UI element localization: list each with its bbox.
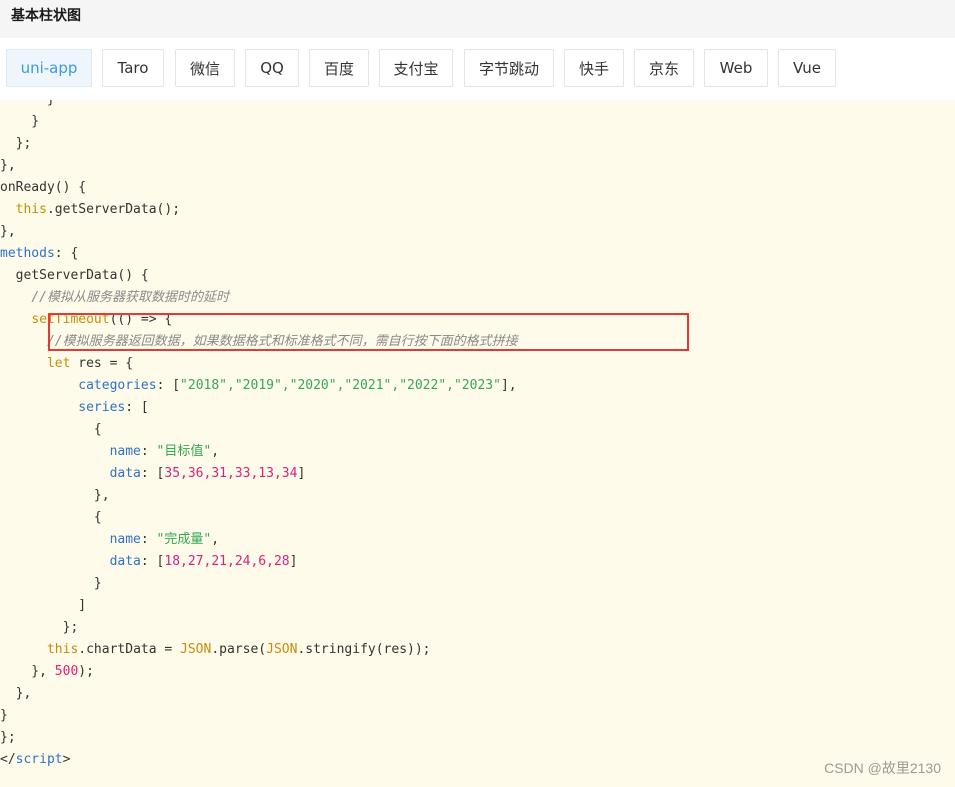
- title-bar: 基本柱状图: [0, 0, 955, 38]
- series-name: 目标值: [164, 444, 204, 459]
- code-comment: //模拟从服务器获取数据时的延时: [31, 290, 229, 305]
- tab-baidu[interactable]: 百度: [309, 49, 369, 87]
- page-title: 基本柱状图: [11, 8, 81, 24]
- tab-vue[interactable]: Vue: [778, 49, 836, 87]
- timeout-delay: 500: [54, 664, 79, 679]
- tab-uni-app[interactable]: uni-app: [6, 49, 92, 87]
- tab-bytedance[interactable]: 字节跳动: [464, 49, 554, 87]
- categories-values: "2018","2019","2020","2021","2022","2023…: [180, 378, 501, 393]
- series-data: 18,27,21,24,6,28: [164, 554, 290, 569]
- tab-taro[interactable]: Taro: [102, 49, 164, 87]
- tab-kuaishou[interactable]: 快手: [564, 49, 624, 87]
- series-data: 35,36,31,33,13,34: [164, 466, 298, 481]
- tab-alipay[interactable]: 支付宝: [379, 49, 453, 87]
- tab-web[interactable]: Web: [704, 49, 768, 87]
- highlight-annotation-box: [48, 313, 689, 351]
- tab-weixin[interactable]: 微信: [175, 49, 235, 87]
- tab-qq[interactable]: QQ: [245, 49, 299, 87]
- tab-jd[interactable]: 京东: [634, 49, 694, 87]
- watermark: CSDN @故里2130: [824, 760, 941, 776]
- code-block: } } };},onReady() { this.getServerData()…: [0, 100, 955, 787]
- platform-tabs: uni-app Taro 微信 QQ 百度 支付宝 字节跳动 快手 京东 Web…: [0, 38, 955, 100]
- code-text: } } };},onReady() { this.getServerData()…: [0, 100, 518, 767]
- series-name: 完成量: [164, 532, 204, 547]
